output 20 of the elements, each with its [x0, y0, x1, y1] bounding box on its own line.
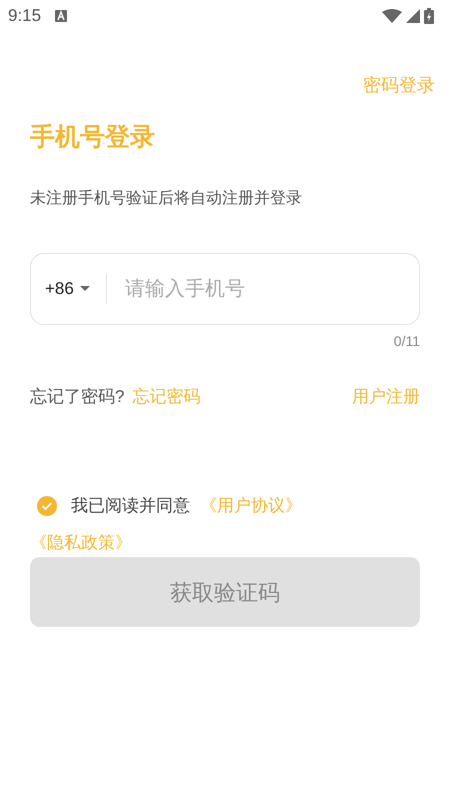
check-icon	[41, 500, 53, 510]
agreement-link[interactable]: 《用户协议》	[200, 487, 302, 524]
country-code-dropdown[interactable]: +86	[45, 276, 90, 302]
password-login-link[interactable]: 密码登录	[363, 72, 435, 99]
phone-input-field[interactable]: +86 请输入手机号	[30, 252, 420, 324]
agreement-text: 我已阅读并同意	[71, 495, 190, 517]
forgot-password-link[interactable]: 忘记密码	[132, 384, 200, 409]
caret-icon	[80, 286, 90, 292]
forgot-password-prompt: 忘记了密码?	[30, 386, 124, 408]
battery-icon	[424, 8, 434, 24]
wifi-icon	[382, 9, 402, 23]
status-time: 9:15	[8, 5, 42, 28]
register-link[interactable]: 用户注册	[352, 384, 420, 409]
page-title: 手机号登录	[30, 122, 156, 153]
agreement-checkbox[interactable]	[37, 496, 57, 516]
subtitle: 未注册手机号验证后将自动注册并登录	[30, 188, 303, 208]
signal-icon	[406, 9, 420, 23]
notification-icon	[55, 10, 68, 22]
phone-number-input[interactable]: 请输入手机号	[124, 274, 405, 304]
character-counter: 0/11	[394, 332, 420, 350]
